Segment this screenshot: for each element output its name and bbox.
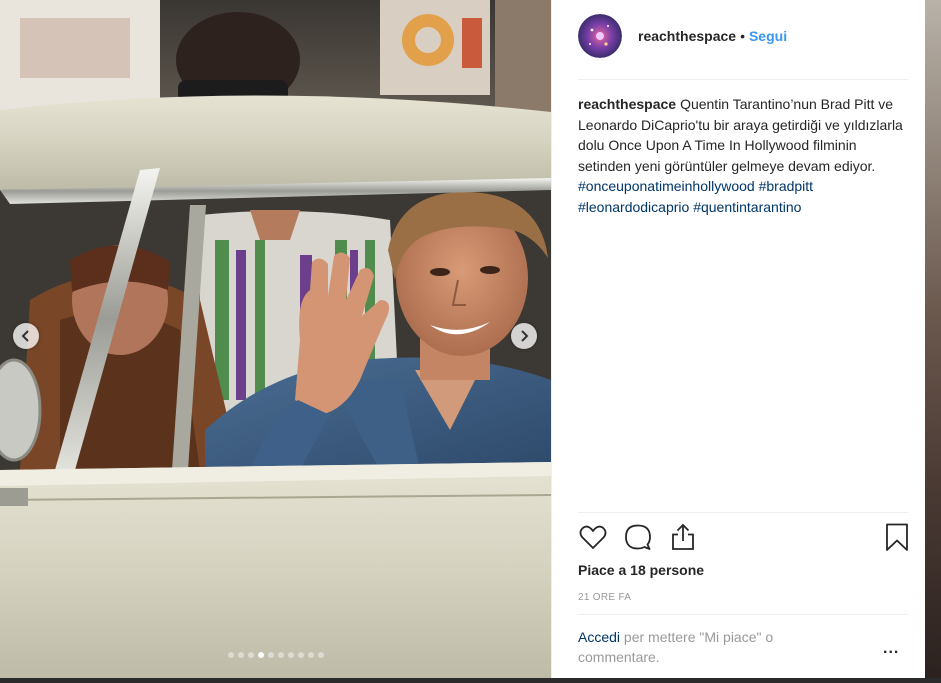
heart-icon: [578, 522, 608, 552]
like-button[interactable]: [578, 522, 608, 552]
carousel-dot: [307, 652, 314, 658]
photo-illustration: [0, 0, 551, 678]
header-divider: [578, 79, 908, 80]
post-photo[interactable]: [0, 0, 551, 678]
post-actions: [578, 522, 912, 556]
carousel-dot: [277, 652, 284, 658]
carousel-prev-button[interactable]: [13, 323, 39, 349]
likes-count[interactable]: Piace a 18 persone: [578, 562, 704, 578]
carousel-next-button[interactable]: [511, 323, 537, 349]
post-timestamp: 21 ORE FA: [578, 592, 632, 603]
background-edge-bottom: [0, 678, 941, 683]
carousel-dot: [227, 652, 234, 658]
comment-button[interactable]: [623, 522, 653, 552]
login-prompt: Accedi per mettere "Mi piace" o commenta…: [578, 627, 838, 667]
carousel-dot: [317, 652, 324, 658]
actions-divider: [578, 512, 908, 513]
hashtag-link[interactable]: #leonardodicaprio: [578, 199, 689, 215]
chevron-left-icon: [20, 330, 32, 342]
carousel-dot: [287, 652, 294, 658]
hashtag-link[interactable]: #quentintarantino: [693, 199, 801, 215]
chevron-right-icon: [518, 330, 530, 342]
instagram-post-window: reachthespace • Segui reachthespace Quent…: [0, 0, 941, 683]
separator-dot: •: [740, 28, 745, 44]
comment-divider: [578, 614, 908, 615]
carousel-dot: [297, 652, 304, 658]
post-details-panel: reachthespace • Segui reachthespace Quent…: [551, 0, 926, 678]
username-link[interactable]: reachthespace: [638, 28, 736, 44]
post-header: reachthespace • Segui: [578, 12, 908, 60]
caption-username-link[interactable]: reachthespace: [578, 96, 676, 112]
more-options-button[interactable]: ...: [883, 640, 899, 658]
post-caption: reachthespace Quentin Tarantino’nun Brad …: [578, 94, 908, 217]
share-icon: [668, 522, 698, 552]
save-button[interactable]: [882, 522, 912, 552]
carousel-indicator: [0, 652, 551, 658]
share-button[interactable]: [668, 522, 698, 552]
carousel-dot: [247, 652, 254, 658]
comment-bubble-icon: [623, 522, 653, 552]
hashtag-link[interactable]: #bradpitt: [759, 178, 813, 194]
background-edge: [925, 0, 941, 683]
carousel-dot: [257, 652, 264, 658]
login-link[interactable]: Accedi: [578, 629, 620, 645]
avatar[interactable]: [578, 14, 622, 58]
bookmark-icon: [882, 522, 912, 552]
hashtag-link[interactable]: #onceuponatimeinhollywood: [578, 178, 755, 194]
carousel-dot: [237, 652, 244, 658]
follow-button[interactable]: Segui: [749, 28, 787, 44]
carousel-dot: [267, 652, 274, 658]
